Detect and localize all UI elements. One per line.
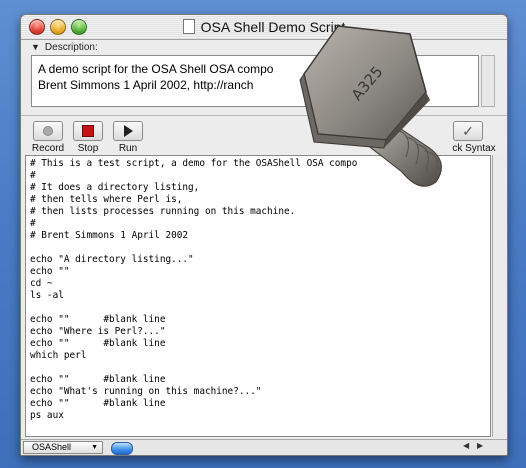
description-label: Description: [44, 42, 98, 53]
run-button[interactable] [113, 121, 143, 141]
bolt-image: A325 [299, 25, 442, 187]
scroll-left-arrow-icon[interactable]: ◀ [463, 441, 469, 450]
run-icon [123, 125, 133, 137]
document-icon [182, 19, 195, 34]
language-popup[interactable]: OSAShell ▼ [23, 441, 103, 454]
bottom-bar: OSAShell ▼ ◀ ▶ [21, 439, 507, 455]
record-button[interactable] [33, 121, 63, 141]
script-vertical-scrollbar[interactable] [492, 155, 506, 437]
record-icon [43, 126, 53, 136]
script-editor[interactable]: # This is a test script, a demo for the … [25, 155, 491, 437]
run-label: Run [118, 143, 138, 154]
horizontal-scroll-thumb[interactable] [111, 442, 133, 455]
check-syntax-button[interactable]: ✓ [453, 121, 483, 141]
scroll-right-arrow-icon[interactable]: ▶ [477, 441, 483, 450]
popup-arrow-icon: ▼ [91, 444, 98, 451]
description-scrollbar[interactable] [481, 55, 495, 107]
disclosure-triangle-icon[interactable]: ▼ [31, 42, 40, 52]
description-disclosure[interactable]: ▼ Description: [31, 42, 98, 53]
stop-button[interactable] [73, 121, 103, 141]
language-popup-label: OSAShell [32, 442, 72, 452]
stop-icon [82, 125, 94, 137]
checkmark-icon: ✓ [462, 122, 474, 139]
